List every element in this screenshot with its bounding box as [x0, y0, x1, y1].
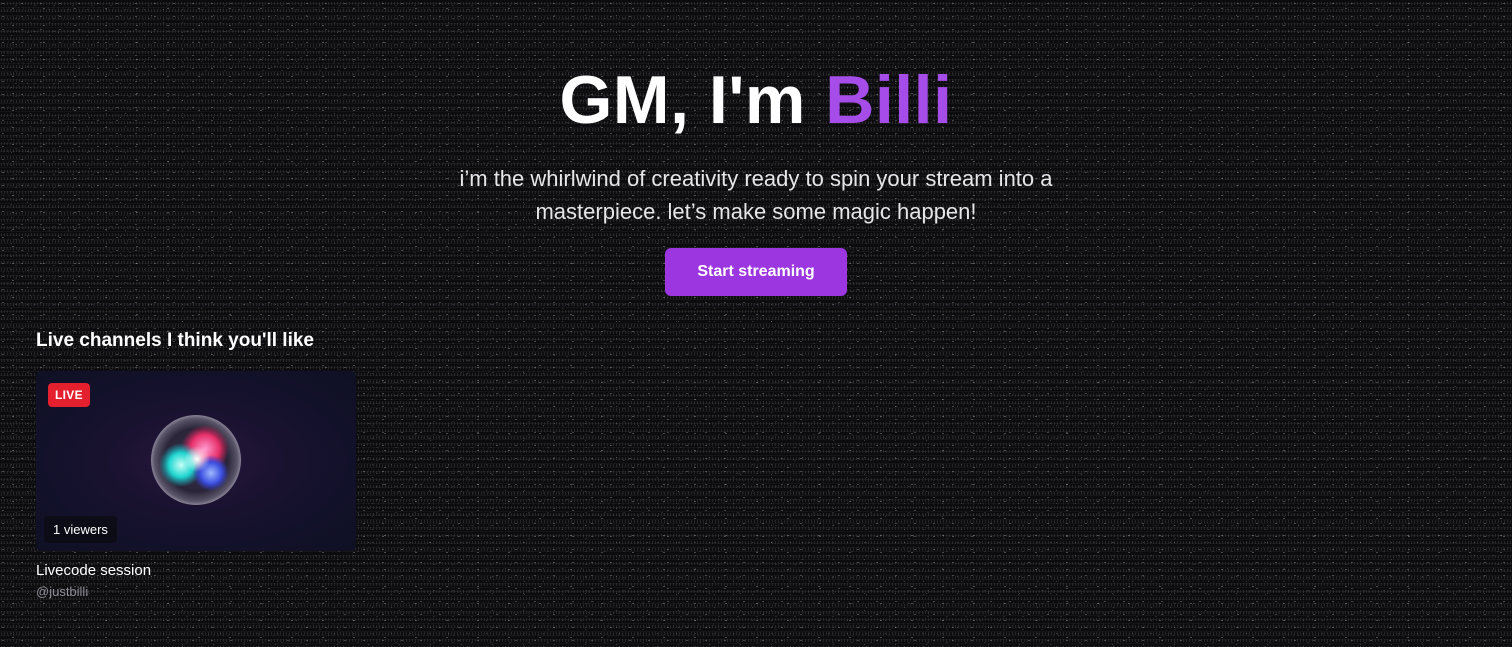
hero-subtitle: i’m the whirlwind of creativity ready to…	[459, 166, 1053, 224]
siri-orb-icon	[151, 415, 241, 505]
live-channels-heading: Live channels I think you'll like	[36, 330, 314, 351]
channel-handle[interactable]: @justbilli	[36, 584, 356, 599]
hero-title-name: Billi	[825, 62, 953, 138]
channel-thumbnail[interactable]: LIVE 1 viewers	[36, 371, 356, 551]
channel-title[interactable]: Livecode session	[36, 562, 356, 579]
hero-title-prefix: GM, I'm	[559, 62, 826, 138]
hero-section: GM, I'm Billi i’m the whirlwind of creat…	[0, 58, 1512, 296]
viewer-count: 1 viewers	[44, 516, 117, 543]
live-badge: LIVE	[48, 383, 90, 407]
channel-card[interactable]: LIVE 1 viewers Livecode session @justbil…	[36, 371, 356, 599]
hero-title: GM, I'm Billi	[0, 58, 1512, 142]
landing-page: GM, I'm Billi i’m the whirlwind of creat…	[0, 0, 1512, 647]
start-streaming-button[interactable]: Start streaming	[665, 248, 847, 296]
